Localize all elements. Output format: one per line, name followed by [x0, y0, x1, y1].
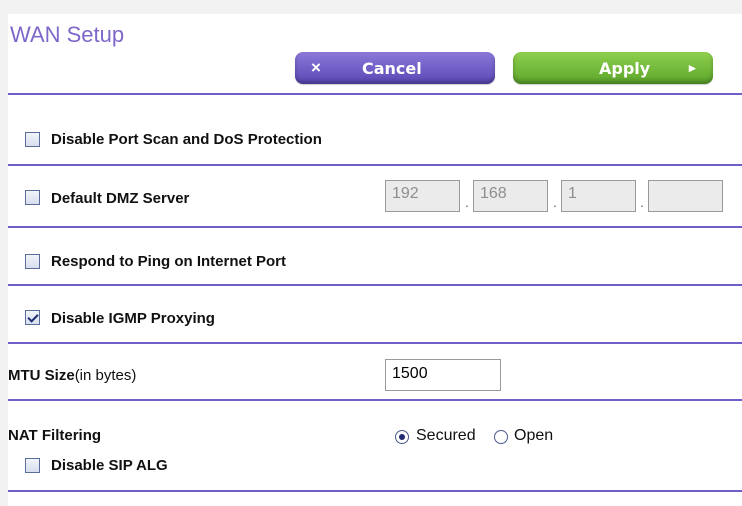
nat-secured-label: Secured	[416, 427, 476, 444]
divider	[8, 226, 742, 228]
nat-open-radio[interactable]	[494, 430, 508, 444]
ip-separator: .	[553, 194, 557, 210]
ping-label: Respond to Ping on Internet Port	[51, 253, 286, 270]
apply-button[interactable]: Apply ▸	[513, 52, 713, 84]
divider	[8, 284, 742, 286]
divider	[8, 93, 742, 95]
nat-secured-radio[interactable]	[395, 430, 409, 444]
arrow-right-icon: ▸	[689, 60, 696, 75]
dmz-ip-octet-1[interactable]: 192	[385, 180, 460, 212]
divider	[8, 490, 742, 492]
cancel-button[interactable]: × Cancel	[295, 52, 495, 84]
sip-alg-label: Disable SIP ALG	[51, 457, 168, 474]
page-top-frame	[0, 0, 742, 14]
sip-alg-checkbox[interactable]	[25, 458, 40, 473]
igmp-checkbox[interactable]	[25, 310, 40, 325]
nat-filtering-label: NAT Filtering	[8, 427, 102, 444]
dmz-ip-octet-4[interactable]	[648, 180, 723, 212]
divider	[8, 164, 742, 166]
mtu-label-text: MTU Size	[8, 367, 75, 384]
divider	[8, 399, 742, 401]
mtu-size-input[interactable]: 1500	[385, 359, 501, 391]
divider	[8, 342, 742, 344]
dmz-ip-octet-3[interactable]: 1	[561, 180, 636, 212]
ip-separator: .	[465, 194, 469, 210]
page-left-frame	[0, 14, 8, 506]
port-scan-checkbox[interactable]	[25, 132, 40, 147]
dmz-checkbox[interactable]	[25, 190, 40, 205]
dmz-label: Default DMZ Server	[51, 190, 190, 207]
mtu-unit-hint: (in bytes)	[74, 367, 137, 384]
close-icon: ×	[311, 58, 321, 77]
apply-button-label: Apply	[599, 59, 651, 78]
cancel-button-label: Cancel	[362, 59, 422, 78]
page-title: WAN Setup	[10, 22, 125, 47]
ping-checkbox[interactable]	[25, 254, 40, 269]
wan-setup-panel: WAN Setup × Cancel Apply ▸ Disable Port …	[8, 14, 742, 506]
port-scan-label: Disable Port Scan and DoS Protection	[51, 131, 322, 148]
ip-separator: .	[640, 194, 644, 210]
nat-open-label: Open	[514, 427, 554, 444]
mtu-label: MTU Size(in bytes)	[8, 367, 136, 384]
igmp-label: Disable IGMP Proxying	[51, 310, 215, 327]
dmz-ip-octet-2[interactable]: 168	[473, 180, 548, 212]
